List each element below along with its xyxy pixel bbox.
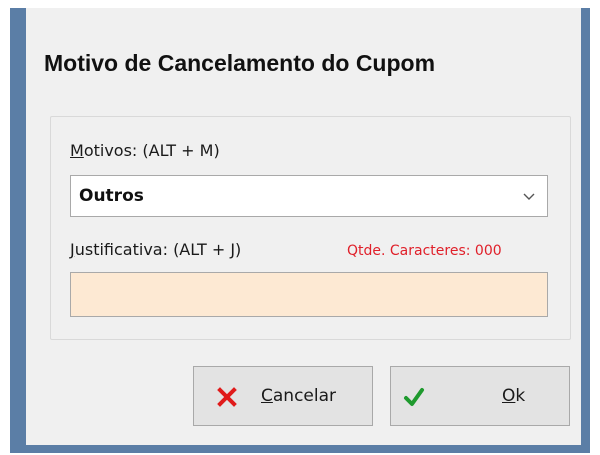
cancel-label-text: ancelar <box>272 386 337 406</box>
x-icon <box>217 387 237 407</box>
screenshot-frame: Motivo de Cancelamento do Cupom Motivos:… <box>0 0 600 455</box>
cancel-button-label: Cancelar <box>261 386 336 406</box>
ok-access-key: O <box>502 386 516 406</box>
motivos-label-text: otivos: (ALT + M) <box>83 141 220 160</box>
motivos-select[interactable]: Outros <box>70 175 548 217</box>
check-icon <box>404 388 424 406</box>
motivos-access-key: M <box>70 141 84 160</box>
ok-button[interactable]: Ok <box>390 366 570 426</box>
ok-button-label: Ok <box>502 386 525 406</box>
justificativa-label: Justificativa: (ALT + J) <box>70 240 241 259</box>
dialog-title: Motivo de Cancelamento do Cupom <box>44 50 436 76</box>
motivos-label: Motivos: (ALT + M) <box>70 141 220 160</box>
cancel-button[interactable]: Cancelar <box>193 366 373 426</box>
justificativa-label-text: ustificativa: (ALT + J) <box>74 240 242 259</box>
character-counter: Qtde. Caracteres: 000 <box>347 243 502 259</box>
justificativa-input[interactable] <box>70 272 548 317</box>
cancel-access-key: C <box>261 386 273 406</box>
chevron-down-icon[interactable] <box>521 188 537 204</box>
ok-label-text: k <box>515 386 526 406</box>
motivos-selected-value: Outros <box>79 186 144 206</box>
